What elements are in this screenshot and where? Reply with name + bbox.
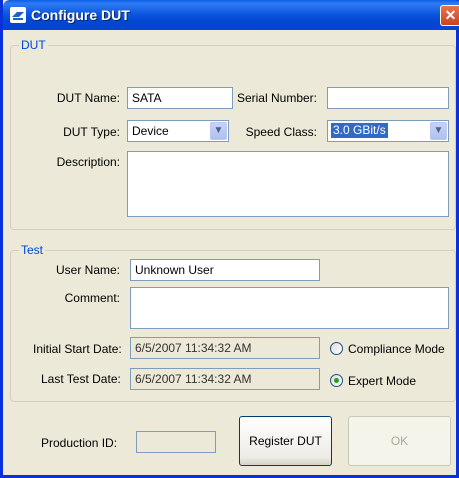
comment-field[interactable]	[130, 287, 449, 329]
speed-class-label: Speed Class:	[245, 125, 317, 139]
dut-name-label: DUT Name:	[56, 91, 120, 105]
production-id-label: Production ID:	[41, 436, 118, 450]
dut-type-select[interactable]: Device ▼	[127, 120, 229, 142]
close-icon: ✕	[444, 7, 457, 23]
speed-class-value: 3.0 GBit/s	[331, 123, 388, 138]
compliance-mode-radio[interactable]	[330, 342, 343, 355]
dut-name-field[interactable]: SATA	[127, 87, 233, 109]
compliance-mode-label[interactable]: Compliance Mode	[348, 342, 445, 356]
dut-group-legend: DUT	[19, 38, 48, 52]
title-bar[interactable]: Configure DUT ✕	[3, 0, 459, 30]
comment-label: Comment:	[64, 291, 120, 305]
register-dut-button[interactable]: Register DUT	[239, 416, 332, 466]
production-id-field	[136, 431, 216, 453]
close-button[interactable]: ✕	[440, 5, 459, 26]
sata-logo-icon	[10, 7, 26, 23]
register-dut-label: Register DUT	[249, 434, 322, 448]
dut-type-value: Device	[132, 124, 169, 138]
window-title: Configure DUT	[31, 7, 130, 23]
dut-type-label: DUT Type:	[63, 125, 120, 139]
serial-number-field[interactable]	[327, 87, 449, 109]
serial-number-label: Serial Number:	[236, 91, 317, 105]
expert-mode-radio[interactable]	[330, 374, 343, 387]
user-name-field[interactable]: Unknown User	[130, 259, 320, 281]
user-name-label: User Name:	[55, 263, 120, 277]
initial-start-date-field: 6/5/2007 11:34:32 AM	[130, 337, 320, 359]
radio-selected-dot	[334, 378, 339, 383]
description-label: Description:	[56, 155, 120, 169]
speed-class-select[interactable]: 3.0 GBit/s ▼	[327, 120, 449, 142]
ok-label: OK	[390, 434, 409, 448]
description-field[interactable]	[127, 151, 449, 217]
last-test-date-field: 6/5/2007 11:34:32 AM	[130, 368, 320, 390]
initial-start-date-label: Initial Start Date:	[33, 342, 122, 356]
configure-dut-dialog: Configure DUT ✕ DUT DUT Name: SATA Seria…	[0, 0, 459, 478]
test-group-legend: Test	[19, 243, 46, 257]
ok-button[interactable]: OK	[348, 416, 451, 466]
chevron-down-icon[interactable]: ▼	[430, 122, 447, 140]
expert-mode-label[interactable]: Expert Mode	[348, 374, 416, 388]
last-test-date-label: Last Test Date:	[41, 372, 121, 386]
